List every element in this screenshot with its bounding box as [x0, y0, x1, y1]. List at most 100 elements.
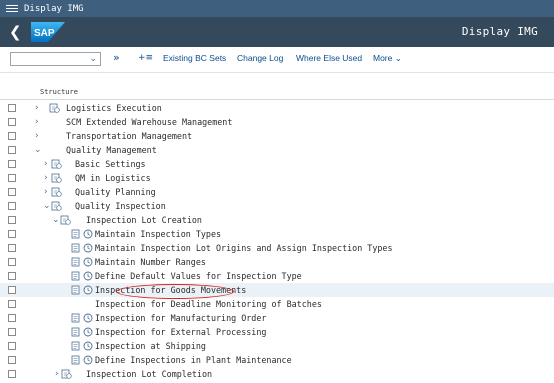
documentation-icon[interactable] [71, 313, 81, 323]
row-checkbox[interactable] [8, 244, 16, 252]
folder-doc-icon [51, 159, 62, 169]
row-checkbox[interactable] [8, 272, 16, 280]
expand-all-icon[interactable]: » [113, 51, 120, 64]
tree-row-activity-selected[interactable]: Inspection for Goods Movements [0, 283, 554, 297]
tree-row-label: Define Default Values for Inspection Typ… [95, 271, 302, 281]
folder-doc-icon [49, 103, 60, 113]
highlight-annotation-ellipse [116, 284, 234, 299]
documentation-icon[interactable] [71, 243, 81, 253]
collapse-chevron-icon[interactable]: ⌄ [34, 143, 43, 157]
tree-row-quality-inspection[interactable]: ⌄ Quality Inspection [0, 199, 554, 213]
tree-row-label: Maintain Inspection Types [95, 229, 222, 239]
tree-row-activity[interactable]: Define Inspections in Plant Maintenance [0, 353, 554, 367]
tree-row-label: Maintain Number Ranges [95, 257, 206, 267]
expand-chevron-icon[interactable]: › [35, 115, 44, 129]
chevron-down-icon: ⌄ [394, 53, 402, 63]
view-dropdown[interactable]: ⌄ [10, 52, 101, 66]
folder-doc-icon [51, 201, 62, 211]
expand-chevron-icon[interactable]: › [35, 101, 44, 115]
more-label: More [373, 53, 393, 63]
shell-header: ❮ SAP Display IMG [0, 17, 554, 47]
hamburger-menu-icon[interactable] [6, 5, 18, 12]
folder-doc-icon [51, 173, 62, 183]
existing-bc-sets-button[interactable]: Existing BC Sets [163, 53, 226, 63]
img-structure-tree: › Logistics Execution › SCM Extended War… [0, 101, 554, 381]
tree-row-label: Inspection Lot Creation [86, 215, 202, 225]
tree-row-activity[interactable]: Inspection for External Processing [0, 325, 554, 339]
tree-row-label: QM in Logistics [75, 173, 151, 183]
execute-activity-icon[interactable] [83, 341, 93, 351]
documentation-icon[interactable] [71, 257, 81, 267]
row-checkbox[interactable] [8, 286, 16, 294]
row-checkbox[interactable] [8, 370, 16, 378]
tree-row-label: Inspection for Manufacturing Order [95, 313, 267, 323]
more-menu-button[interactable]: More ⌄ [373, 53, 402, 64]
execute-activity-icon[interactable] [83, 257, 93, 267]
row-checkbox[interactable] [8, 300, 16, 308]
execute-activity-icon[interactable] [83, 229, 93, 239]
tree-row-label: Maintain Inspection Lot Origins and Assi… [95, 243, 393, 253]
row-checkbox[interactable] [8, 258, 16, 266]
window-title: Display IMG [24, 3, 84, 14]
tree-row-label: Inspection for Deadline Monitoring of Ba… [95, 299, 322, 309]
tree-row-label: SCM Extended Warehouse Management [66, 117, 233, 127]
tree-row-logistics-execution[interactable]: › Logistics Execution [0, 101, 554, 115]
execute-activity-icon[interactable] [83, 355, 93, 365]
tree-row-inspection-lot-completion[interactable]: › Inspection Lot Completion [0, 367, 554, 381]
execute-activity-icon[interactable] [83, 313, 93, 323]
tree-row-basic-settings[interactable]: › Basic Settings [0, 157, 554, 171]
row-checkbox[interactable] [8, 314, 16, 322]
tree-row-activity[interactable]: Inspection at Shipping [0, 339, 554, 353]
row-checkbox[interactable] [8, 174, 16, 182]
tree-row-activity[interactable]: Maintain Inspection Lot Origins and Assi… [0, 241, 554, 255]
tree-row-qm-in-logistics[interactable]: › QM in Logistics [0, 171, 554, 185]
change-log-button[interactable]: Change Log [237, 53, 283, 63]
window-title-bar: Display IMG [0, 0, 554, 17]
tree-row-scm-ewm[interactable]: › SCM Extended Warehouse Management [0, 115, 554, 129]
documentation-icon[interactable] [71, 355, 81, 365]
row-checkbox[interactable] [8, 146, 16, 154]
sap-logo: SAP [31, 22, 65, 42]
execute-activity-icon[interactable] [83, 243, 93, 253]
row-checkbox[interactable] [8, 188, 16, 196]
row-checkbox[interactable] [8, 104, 16, 112]
tree-row-quality-management[interactable]: ⌄ Quality Management [0, 143, 554, 157]
tree-row-activity[interactable]: Maintain Number Ranges [0, 255, 554, 269]
tree-row-activity[interactable]: Maintain Inspection Types [0, 227, 554, 241]
row-checkbox[interactable] [8, 216, 16, 224]
row-checkbox[interactable] [8, 118, 16, 126]
execute-activity-icon[interactable] [83, 271, 93, 281]
tree-row-quality-planning[interactable]: › Quality Planning [0, 185, 554, 199]
tree-row-label: Quality Inspection [75, 201, 166, 211]
where-else-used-button[interactable]: Where Else Used [296, 53, 362, 63]
row-checkbox[interactable] [8, 356, 16, 364]
row-checkbox[interactable] [8, 132, 16, 140]
documentation-icon[interactable] [71, 285, 81, 295]
toolbar: ⌄ » +≡ Existing BC Sets Change Log Where… [0, 47, 554, 73]
collapse-icon[interactable]: +≡ [138, 53, 153, 63]
documentation-icon[interactable] [71, 271, 81, 281]
tree-row-label: Logistics Execution [66, 103, 162, 113]
documentation-icon[interactable] [71, 341, 81, 351]
tree-row-label: Inspection at Shipping [95, 341, 206, 351]
documentation-icon[interactable] [71, 327, 81, 337]
row-checkbox[interactable] [8, 160, 16, 168]
tree-row-label: Inspection Lot Completion [86, 369, 213, 379]
back-arrow-icon[interactable]: ❮ [9, 23, 23, 41]
tree-row-inspection-lot-creation[interactable]: ⌄ Inspection Lot Creation [0, 213, 554, 227]
row-checkbox[interactable] [8, 328, 16, 336]
tree-row-transportation-management[interactable]: › Transportation Management [0, 129, 554, 143]
execute-activity-icon[interactable] [83, 285, 93, 295]
tree-row-label: Quality Management [66, 145, 157, 155]
row-checkbox[interactable] [8, 202, 16, 210]
documentation-icon[interactable] [71, 229, 81, 239]
execute-activity-icon[interactable] [83, 327, 93, 337]
folder-doc-icon [51, 187, 62, 197]
row-checkbox[interactable] [8, 342, 16, 350]
expand-chevron-icon[interactable]: › [35, 129, 44, 143]
tree-row-activity[interactable]: Define Default Values for Inspection Typ… [0, 269, 554, 283]
tree-row-activity[interactable]: Inspection for Manufacturing Order [0, 311, 554, 325]
tree-row-label: Transportation Management [66, 131, 193, 141]
row-checkbox[interactable] [8, 230, 16, 238]
tree-row-activity[interactable]: Inspection for Deadline Monitoring of Ba… [0, 297, 554, 311]
